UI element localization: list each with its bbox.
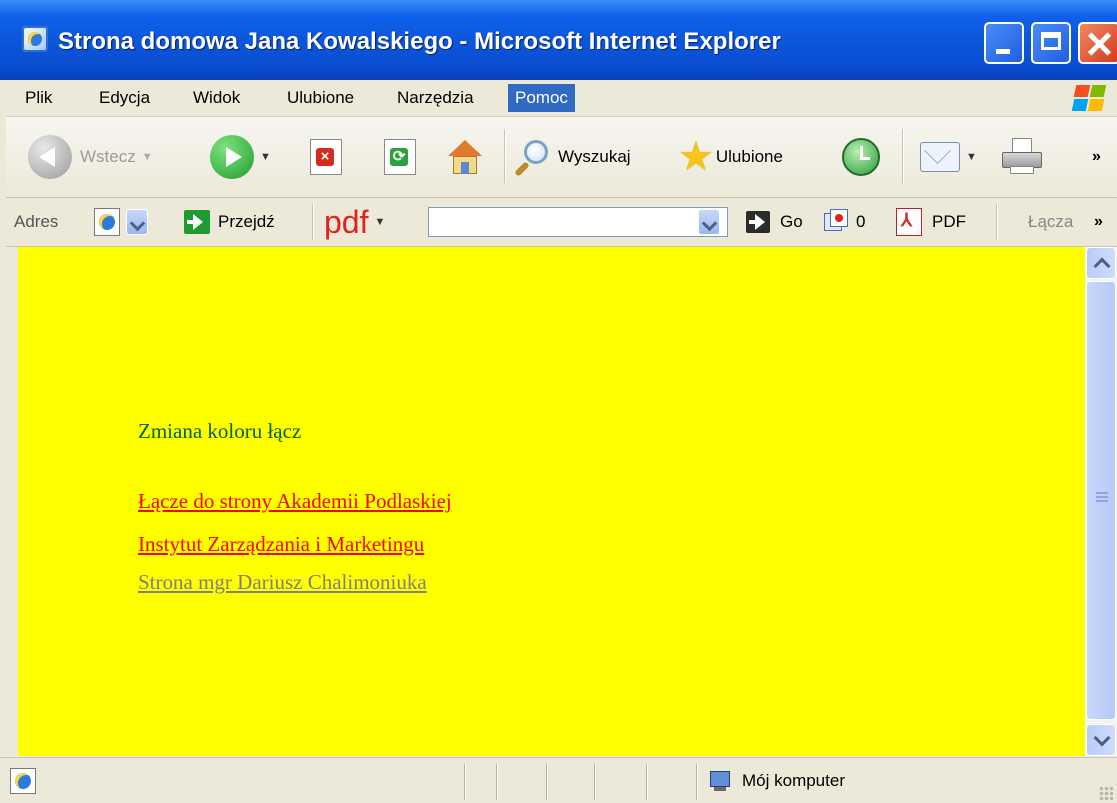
forward-button[interactable]: ▼ (210, 117, 271, 197)
scroll-up-button[interactable] (1086, 247, 1116, 279)
counter-value: 0 (856, 212, 866, 231)
search-label: Wyszukaj (558, 147, 631, 166)
chevron-down-icon: ▼ (966, 151, 977, 163)
print-icon (1002, 138, 1044, 176)
scroll-down-button[interactable] (1086, 724, 1116, 756)
go2-arrow-icon (746, 211, 770, 233)
maximize-button[interactable] (1031, 22, 1071, 64)
chevron-down-icon: ▼ (141, 151, 153, 163)
history-button[interactable] (842, 117, 880, 197)
pdf-search-brand-button[interactable]: pdf ▼ (324, 198, 385, 246)
link-instytut-zarzadzania[interactable]: Instytut Zarządzania i Marketingu (138, 532, 424, 557)
back-arrow-icon (28, 135, 72, 179)
standard-toolbar: Wstecz ▼ ▼ × ⟳ Wyszukaj ★ Ulubione ▼ » (6, 117, 1117, 198)
forward-arrow-icon (210, 135, 254, 179)
address-bar: Adres Przejdź pdf ▼ Go 0 ⅄ PDF Łącza » (6, 198, 1117, 247)
address-label: Adres (14, 212, 59, 231)
security-zone-label: Mój komputer (742, 771, 845, 790)
close-button[interactable] (1078, 22, 1117, 64)
scroll-grip-icon (1096, 492, 1108, 502)
links-label[interactable]: Łącza (1028, 198, 1073, 246)
mail-icon (920, 137, 960, 172)
menu-pomoc[interactable]: Pomoc (508, 84, 575, 112)
address-page-icon (94, 198, 120, 246)
go-button[interactable]: Przejdź (184, 198, 275, 246)
window-title: Strona domowa Jana Kowalskiego - Microso… (58, 28, 781, 55)
resize-grip-icon[interactable] (1099, 786, 1113, 800)
link-strona-chalimoniuka[interactable]: Strona mgr Dariusz Chalimoniuka (138, 570, 427, 595)
pdf-button[interactable]: ⅄ PDF (896, 198, 966, 246)
my-computer-icon (708, 769, 732, 793)
windows-logo-icon (1069, 82, 1111, 114)
address-dropdown-button[interactable] (126, 209, 148, 235)
menu-edycja[interactable]: Edycja (92, 84, 157, 112)
favorites-star-icon: ★ (678, 135, 714, 179)
pdf-label: PDF (932, 212, 966, 231)
pdf-icon: ⅄ (896, 208, 922, 236)
menu-widok[interactable]: Widok (186, 84, 247, 112)
security-zone: Mój komputer (708, 758, 845, 803)
page-content: Zmiana koloru łącz Łącze do strony Akade… (18, 247, 1085, 756)
favorites-label: Ulubione (715, 147, 783, 166)
go-arrow-icon (184, 210, 210, 234)
search-input[interactable] (428, 207, 728, 237)
chevron-down-icon: ▼ (260, 151, 271, 163)
menu-plik[interactable]: Plik (18, 84, 59, 112)
title-bar[interactable]: Strona domowa Jana Kowalskiego - Microso… (0, 0, 1117, 80)
minimize-button[interactable] (984, 22, 1024, 64)
link-akademia-podlaska[interactable]: Łącze do strony Akademii Podlaskiej (138, 489, 452, 514)
vertical-scrollbar[interactable] (1085, 247, 1117, 756)
menu-ulubione[interactable]: Ulubione (280, 84, 361, 112)
page-heading: Zmiana koloru łącz (138, 419, 302, 443)
ie-icon (22, 26, 48, 52)
go2-button[interactable]: Go (746, 198, 803, 246)
go-label: Przejdź (218, 212, 275, 231)
search-icon (514, 138, 552, 177)
toolbar-overflow-chevron-icon[interactable]: » (1092, 117, 1101, 197)
go2-label: Go (780, 212, 803, 231)
chevron-down-icon: ▼ (374, 216, 386, 228)
mail-button[interactable]: ▼ (920, 117, 977, 197)
links-overflow-chevron-icon[interactable]: » (1094, 198, 1103, 246)
page-status-icon (10, 768, 36, 794)
home-button[interactable] (446, 117, 484, 197)
stop-icon: × (310, 139, 342, 175)
scroll-thumb[interactable] (1086, 281, 1116, 720)
print-button[interactable] (1002, 117, 1044, 197)
refresh-button[interactable]: ⟳ (384, 117, 416, 197)
stop-button[interactable]: × (310, 117, 342, 197)
popup-counter-icon (824, 209, 850, 235)
status-bar: Mój komputer (0, 757, 1117, 803)
browser-window: Strona domowa Jana Kowalskiego - Microso… (0, 0, 1117, 803)
search-dropdown-button[interactable] (698, 209, 720, 235)
back-label: Wstecz (80, 147, 136, 166)
pdf-brand-label: pdf (324, 204, 369, 240)
menu-narzedzia[interactable]: Narzędzia (390, 84, 481, 112)
history-icon (842, 138, 880, 176)
home-icon (446, 138, 484, 176)
favorites-button[interactable]: ★ Ulubione (678, 117, 783, 197)
counter-button[interactable]: 0 (824, 198, 865, 246)
refresh-icon: ⟳ (384, 139, 416, 175)
search-button[interactable]: Wyszukaj (514, 117, 631, 197)
menu-bar: Plik Edycja Widok Ulubione Narzędzia Pom… (6, 80, 1117, 117)
back-button[interactable]: Wstecz ▼ (28, 117, 153, 197)
